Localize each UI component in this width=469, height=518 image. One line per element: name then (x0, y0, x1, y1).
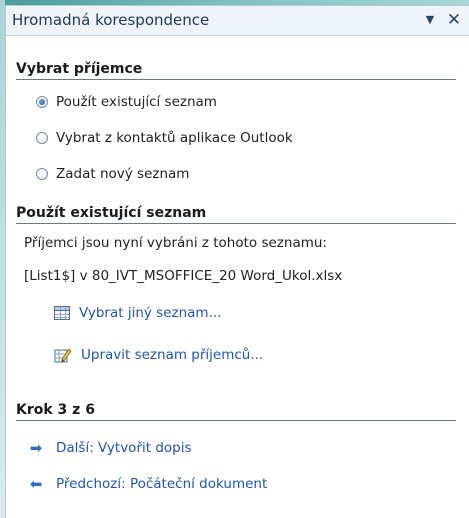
edit-list-icon (54, 346, 72, 364)
recipients-description: Příjemci jsou nyní vybráni z tohoto sezn… (24, 235, 327, 251)
radio-label: Vybrat z kontaktů aplikace Outlook (56, 130, 293, 146)
edit-recipients-link-row[interactable]: Upravit seznam příjemců... (54, 346, 263, 364)
use-existing-list-heading: Použít existující seznam (16, 205, 207, 221)
previous-step-link[interactable]: Předchozí: Počáteční dokument (56, 476, 267, 492)
mail-merge-task-pane: Hromadná korespondence ▼ ✕ Vybrat příjem… (5, 5, 469, 518)
arrow-right-icon: ➡ (29, 439, 43, 457)
radio-button-selected[interactable] (36, 96, 48, 108)
choose-other-list-link[interactable]: Vybrat jiný seznam... (79, 305, 221, 321)
radio-button[interactable] (36, 168, 48, 180)
previous-step-link-row[interactable]: ⬅ Předchozí: Počáteční dokument (28, 475, 268, 493)
radio-label: Použít existující seznam (56, 94, 217, 110)
next-step-link-row[interactable]: ➡ Další: Vytvořit dopis (28, 440, 192, 456)
choose-other-list-link-row[interactable]: Vybrat jiný seznam... (54, 305, 221, 321)
select-recipients-heading: Vybrat příjemce (16, 61, 143, 77)
radio-label: Zadat nový seznam (56, 166, 190, 182)
arrow-left-icon: ⬅ (29, 475, 43, 493)
radio-outlook-contacts[interactable]: Vybrat z kontaktů aplikace Outlook (36, 128, 293, 148)
section-divider (16, 223, 456, 224)
section-divider (16, 420, 456, 421)
radio-button[interactable] (36, 132, 48, 144)
edit-recipients-link[interactable]: Upravit seznam příjemců... (81, 347, 263, 363)
radio-use-existing-list[interactable]: Použít existující seznam (36, 92, 217, 112)
task-pane-title: Hromadná korespondence (12, 11, 210, 29)
next-step-link[interactable]: Další: Vytvořit dopis (56, 440, 192, 456)
table-icon (54, 306, 70, 320)
radio-new-list[interactable]: Zadat nový seznam (36, 164, 189, 184)
close-icon[interactable]: ✕ (444, 9, 464, 31)
section-divider (16, 79, 456, 80)
recipients-source-file: [List1$] v 80_IVT_MSOFFICE_20 Word_Ukol.… (24, 268, 343, 284)
step-heading: Krok 3 z 6 (16, 402, 95, 418)
task-pane-titlebar: Hromadná korespondence ▼ ✕ (6, 6, 469, 36)
pane-menu-dropdown-icon[interactable]: ▼ (420, 9, 440, 31)
